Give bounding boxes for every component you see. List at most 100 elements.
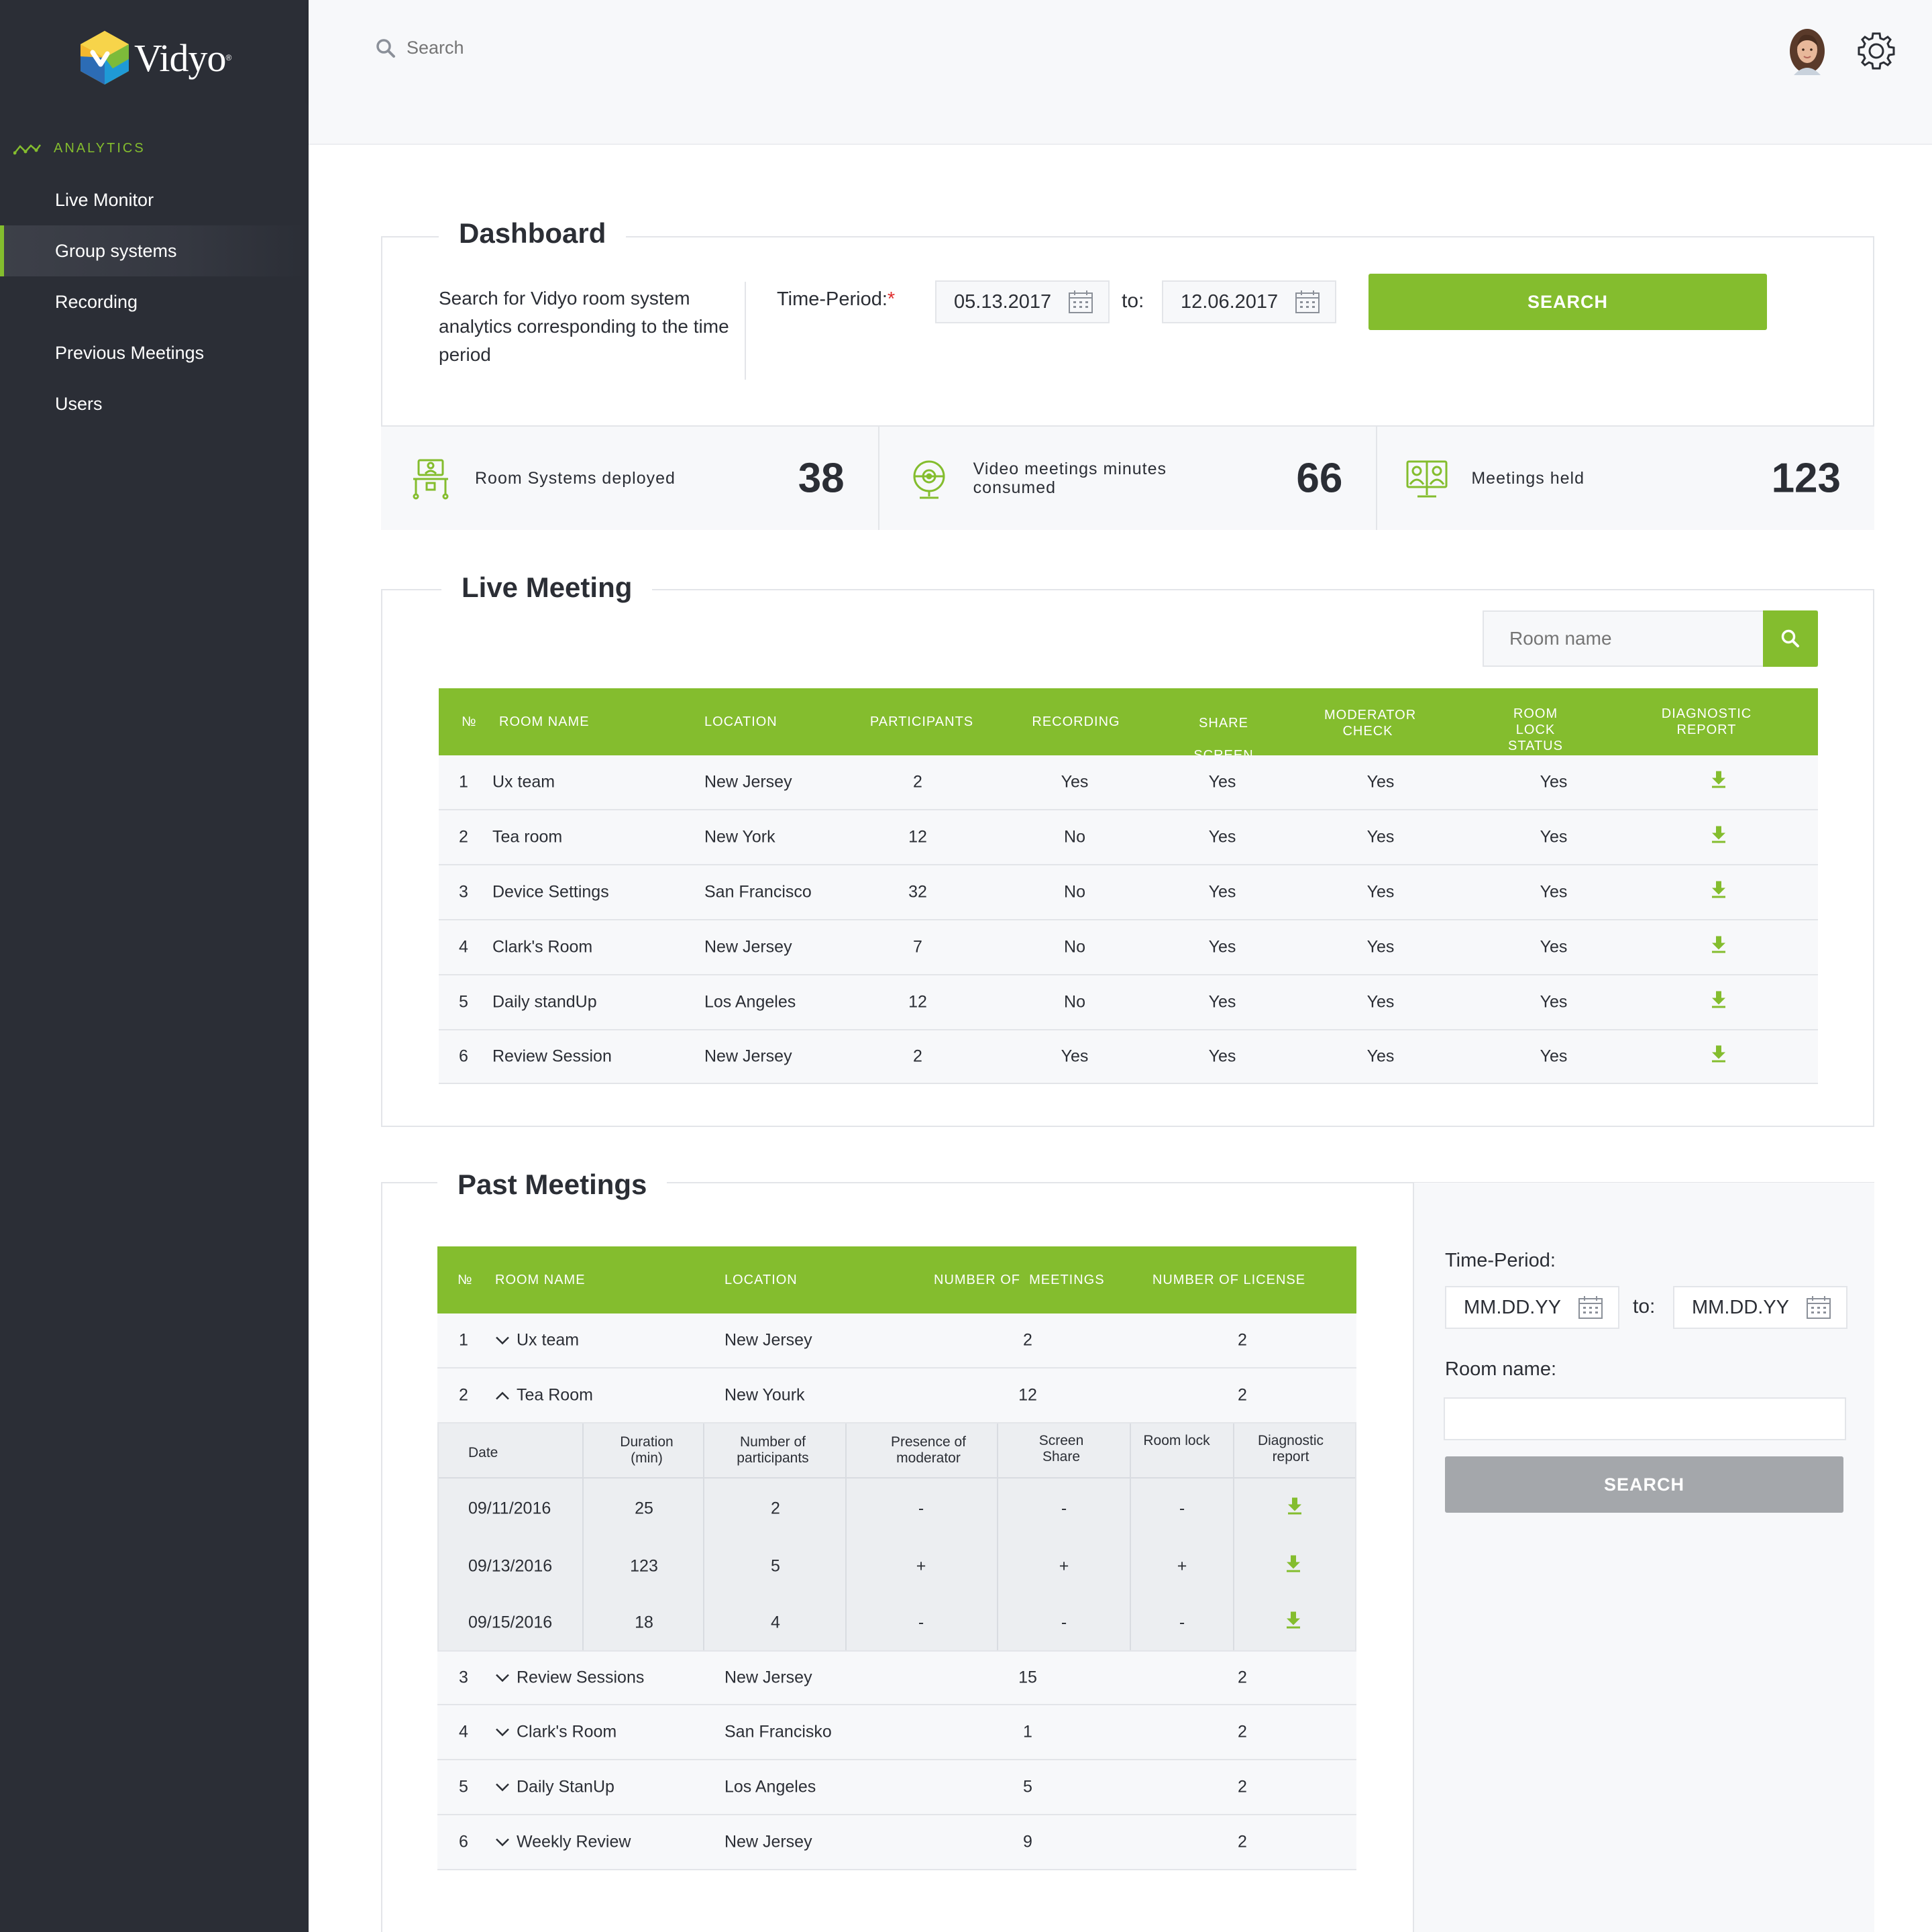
download-icon[interactable]	[1711, 936, 1726, 959]
table-row[interactable]: 1 Ux team New Jersey 2 Yes Yes Yes Yes	[439, 755, 1818, 810]
table-row[interactable]: 5 Daily standUp Los Angeles 12 No Yes Ye…	[439, 975, 1818, 1030]
download-icon[interactable]	[1711, 991, 1726, 1014]
cell-meetings: 2	[1023, 1330, 1032, 1350]
cell-location: New York	[704, 827, 775, 847]
cell-room: Review Sessions	[495, 1668, 644, 1688]
column-header: Date	[468, 1445, 498, 1460]
cell-lock: -	[1179, 1613, 1185, 1632]
column-header: Presence of moderator	[890, 1434, 967, 1466]
sidebar-item-label: Live Monitor	[55, 189, 154, 210]
stat-room-systems: Room Systems deployed 38	[381, 427, 879, 530]
cell-date: 09/11/2016	[468, 1499, 551, 1518]
calendar-icon[interactable]	[1068, 290, 1093, 314]
cell-location: San Francisko	[724, 1722, 832, 1741]
cell-no: 4	[459, 1722, 468, 1741]
sidebar-item-previous-meetings[interactable]: Previous Meetings	[0, 327, 309, 378]
chevron-up-icon[interactable]	[495, 1391, 510, 1401]
stat-label: Room Systems deployed	[475, 469, 676, 488]
cell-room: Review Session	[492, 1046, 612, 1066]
sidebar-item-live-monitor[interactable]: Live Monitor	[0, 174, 309, 225]
filter-date-from-field[interactable]: MM.DD.YY	[1445, 1286, 1619, 1329]
chevron-down-icon[interactable]	[495, 1728, 510, 1737]
stat-value: 123	[1771, 455, 1841, 502]
room-system-icon	[413, 459, 449, 500]
cell-licenses: 2	[1238, 1722, 1247, 1741]
cell-share: -	[1061, 1613, 1067, 1632]
user-avatar[interactable]	[1784, 27, 1830, 75]
filter-room-name-input[interactable]	[1444, 1397, 1846, 1440]
past-meetings-filter: Time-Period: MM.DD.YY to: MM.DD.YY Room …	[1413, 1183, 1874, 1932]
table-row[interactable]: 3 Review Sessions New Jersey 15 2	[437, 1650, 1356, 1705]
download-icon[interactable]	[1711, 881, 1726, 904]
calendar-icon[interactable]	[1295, 290, 1320, 314]
to-label: to:	[1122, 290, 1144, 312]
search-icon	[1781, 629, 1799, 647]
table-row[interactable]: 3 Device Settings San Francisco 32 No Ye…	[439, 865, 1818, 920]
dashboard-title: Dashboard	[439, 217, 627, 250]
table-row[interactable]: 6 Weekly Review New Jersey 9 2	[437, 1815, 1356, 1870]
cell-room-label: Tea Room	[517, 1385, 593, 1405]
settings-gear-icon[interactable]	[1855, 30, 1898, 72]
filter-search-button[interactable]: SEARCH	[1445, 1456, 1843, 1513]
cell-location: New Jersey	[724, 1330, 812, 1350]
cell-licenses: 2	[1238, 1777, 1247, 1796]
cell-participants: 2	[913, 1046, 922, 1066]
stat-label: Meetings held	[1471, 469, 1585, 488]
filter-time-period-label: Time-Period:	[1445, 1250, 1556, 1271]
past-meetings-title: Past Meetings	[437, 1169, 667, 1201]
download-icon[interactable]	[1286, 1611, 1301, 1634]
cell-moderator: Yes	[1366, 1046, 1395, 1066]
column-header: №	[458, 1273, 473, 1287]
stat-value: 66	[1296, 455, 1343, 502]
detail-table-header: Date Duration (min) Number of participan…	[439, 1424, 1355, 1479]
chevron-down-icon[interactable]	[495, 1838, 510, 1847]
cell-room: Clark's Room	[492, 937, 593, 957]
filter-date-from-value: MM.DD.YY	[1464, 1296, 1561, 1318]
chevron-down-icon[interactable]	[495, 1674, 510, 1683]
stats-row: Room Systems deployed 38 Video meetings …	[381, 425, 1874, 530]
top-bar	[309, 0, 1932, 101]
cell-licenses: 2	[1238, 1330, 1247, 1350]
cell-room-label: Weekly Review	[517, 1832, 631, 1851]
calendar-icon[interactable]	[1578, 1295, 1603, 1320]
sidebar-item-recording[interactable]: Recording	[0, 276, 309, 327]
chevron-down-icon[interactable]	[495, 1783, 510, 1792]
cell-moderator: Yes	[1366, 882, 1395, 902]
download-icon[interactable]	[1286, 1555, 1301, 1578]
table-row[interactable]: 2 Tea room New York 12 No Yes Yes Yes	[439, 810, 1818, 865]
room-search-button[interactable]	[1763, 610, 1818, 667]
download-icon[interactable]	[1287, 1497, 1302, 1520]
date-from-field[interactable]: 05.13.2017	[935, 280, 1110, 323]
column-header: LOCATION	[704, 714, 777, 729]
table-row[interactable]: 6 Review Session New Jersey 2 Yes Yes Ye…	[439, 1030, 1818, 1084]
table-row[interactable]: 4 Clark's Room San Francisko 1 2	[437, 1705, 1356, 1760]
filter-date-to-field[interactable]: MM.DD.YY	[1673, 1286, 1847, 1329]
dashboard-description: Search for Vidyo room system analytics c…	[439, 288, 729, 365]
filter-room-name-label: Room name:	[1445, 1358, 1557, 1380]
cell-lock: -	[1179, 1499, 1185, 1518]
date-to-field[interactable]: 12.06.2017	[1162, 280, 1336, 323]
download-icon[interactable]	[1711, 1045, 1726, 1068]
past-table-header: № ROOM NAME LOCATION NUMBER OF MEETINGS …	[437, 1246, 1356, 1313]
nav-section-label: ANALYTICS	[54, 141, 146, 156]
room-search-input[interactable]	[1484, 628, 1752, 649]
calendar-icon[interactable]	[1806, 1295, 1831, 1320]
sidebar-item-group-systems[interactable]: Group systems	[0, 225, 309, 276]
table-row-expanded[interactable]: 2 Tea Room New Yourk 12 2	[437, 1368, 1356, 1424]
sidebar-item-users[interactable]: Users	[0, 378, 309, 429]
vidyo-logo[interactable]: Vidyo ®	[78, 30, 231, 86]
cell-lock: +	[1177, 1556, 1187, 1576]
table-row[interactable]: 5 Daily StanUp Los Angeles 5 2	[437, 1760, 1356, 1815]
chevron-down-icon[interactable]	[495, 1336, 510, 1346]
table-row[interactable]: 4 Clark's Room New Jersey 7 No Yes Yes Y…	[439, 920, 1818, 975]
download-icon[interactable]	[1711, 771, 1726, 794]
cell-location: New Jersey	[704, 937, 792, 957]
cell-room-label: Review Sessions	[517, 1668, 645, 1687]
cell-no: 4	[459, 937, 468, 957]
dashboard-search-button[interactable]: SEARCH	[1368, 274, 1767, 330]
cell-room: Tea room	[492, 827, 563, 847]
cell-licenses: 2	[1238, 1385, 1247, 1405]
table-row[interactable]: 1 Ux team New Jersey 2 2	[437, 1313, 1356, 1368]
download-icon[interactable]	[1711, 826, 1726, 849]
global-search-input[interactable]	[407, 38, 675, 58]
